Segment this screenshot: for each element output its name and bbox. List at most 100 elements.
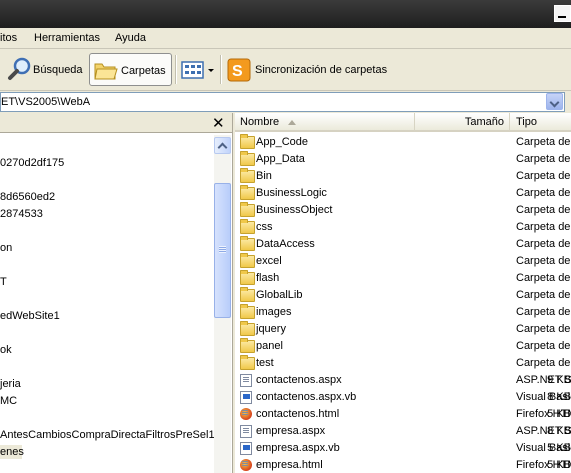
file-row[interactable]: BusinessObject Carpeta de	[235, 202, 571, 219]
toolbar: Búsqueda Carpetas S Sincronización de ca…	[0, 49, 571, 91]
scroll-up-button[interactable]	[214, 137, 231, 154]
firefox-html-icon	[240, 408, 252, 420]
search-label: Búsqueda	[33, 64, 83, 76]
folder-icon	[240, 236, 255, 251]
menu-tools[interactable]: Herramientas	[34, 32, 100, 44]
folder-icon	[240, 338, 255, 353]
tree-item[interactable]: AntesCambiosCompraDirectaFiltrosPreSel10…	[0, 428, 227, 442]
tree-item[interactable]: on	[0, 241, 12, 255]
file-row[interactable]: contactenos.html 5 KB Firefox HTM	[235, 406, 571, 423]
column-type[interactable]: Tipo	[510, 113, 571, 132]
folder-icon	[240, 287, 255, 302]
tree-item[interactable]: MC	[0, 394, 17, 408]
file-type: Carpeta de	[516, 255, 571, 267]
file-type: Visual Basic	[516, 442, 571, 454]
file-row[interactable]: panel Carpeta de	[235, 338, 571, 355]
tree-item[interactable]: 2874533	[0, 207, 43, 221]
file-type: Carpeta de	[516, 272, 571, 284]
file-name: css	[256, 221, 273, 233]
folder-icon	[240, 270, 255, 285]
file-type: ASP.NET Se	[516, 374, 571, 386]
folder-icon	[240, 168, 255, 183]
file-row[interactable]: css Carpeta de	[235, 219, 571, 236]
file-type: Carpeta de	[516, 357, 571, 369]
tree-item-selected[interactable]: enes	[0, 445, 24, 459]
folders-icon	[94, 63, 118, 80]
file-row[interactable]: empresa.aspx8 KBASP.NET Se	[235, 423, 571, 440]
search-icon	[8, 57, 31, 80]
file-list: Nombre Tamaño Tipo App_Code Carpeta de App…	[235, 113, 571, 473]
address-dropdown-button[interactable]	[546, 93, 563, 110]
folder-icon	[240, 219, 255, 234]
file-type: Firefox HTM	[516, 408, 571, 420]
sort-ascending-icon	[288, 120, 296, 125]
file-type: Carpeta de	[516, 221, 571, 233]
views-button[interactable]	[178, 53, 216, 86]
file-row[interactable]: App_Code Carpeta de	[235, 134, 571, 151]
close-icon[interactable]: ✕	[212, 114, 225, 132]
file-row[interactable]: contactenos.aspx9 KBASP.NET Se	[235, 372, 571, 389]
sync-icon: S	[227, 58, 251, 82]
file-row[interactable]: empresa.html 5 KB Firefox HTM	[235, 457, 571, 473]
tree-item[interactable]: ok	[0, 343, 12, 357]
menu-favorites[interactable]: itos	[0, 32, 17, 44]
column-size[interactable]: Tamaño	[415, 113, 510, 132]
column-size-label: Tamaño	[464, 116, 504, 128]
sync-label: Sincronización de carpetas	[255, 64, 388, 76]
file-row[interactable]: jquery Carpeta de	[235, 321, 571, 338]
folders-pane: ✕ 0270d2df175 8d6560ed2 2874533 on T edW…	[0, 113, 233, 473]
file-row[interactable]: BusinessLogic Carpeta de	[235, 185, 571, 202]
file-name: DataAccess	[256, 238, 315, 250]
folder-icon	[240, 304, 255, 319]
firefox-html-icon	[240, 459, 252, 471]
file-row[interactable]: contactenos.aspx.vb 8 KB Visual Basic	[235, 389, 571, 406]
tree-item[interactable]: 0270d2df175	[0, 156, 64, 170]
aspx-file-icon	[240, 425, 252, 438]
title-bar	[0, 0, 571, 28]
file-row[interactable]: images Carpeta de	[235, 304, 571, 321]
file-row[interactable]: App_Data Carpeta de	[235, 151, 571, 168]
file-type: Carpeta de	[516, 238, 571, 250]
file-type: Carpeta de	[516, 306, 571, 318]
tree-item[interactable]: T	[0, 275, 7, 289]
folder-icon	[240, 202, 255, 217]
column-name[interactable]: Nombre	[235, 113, 415, 132]
file-type: ASP.NET Se	[516, 425, 571, 437]
minimize-button[interactable]	[554, 5, 571, 22]
tree-item[interactable]: 8d6560ed2	[0, 190, 55, 204]
folders-scrollbar[interactable]	[214, 135, 231, 473]
tree-item[interactable]: edWebSite1	[0, 309, 60, 323]
folders-pane-header: ✕	[0, 113, 232, 133]
file-row[interactable]: empresa.aspx.vb 5 KB Visual Basic	[235, 440, 571, 457]
file-name: App_Data	[256, 153, 305, 165]
file-type: Visual Basic	[516, 391, 571, 403]
tree-item[interactable]: jeria	[0, 377, 21, 391]
file-type: Carpeta de	[516, 187, 571, 199]
file-row[interactable]: Bin Carpeta de	[235, 168, 571, 185]
file-row[interactable]: test Carpeta de	[235, 355, 571, 372]
file-type: Carpeta de	[516, 136, 571, 148]
file-name: Bin	[256, 170, 272, 182]
folders-button[interactable]: Carpetas	[89, 53, 172, 86]
file-row[interactable]: excel Carpeta de	[235, 253, 571, 270]
scroll-thumb[interactable]	[214, 183, 231, 318]
file-type: Carpeta de	[516, 204, 571, 216]
sync-folders-button[interactable]: S Sincronización de carpetas	[224, 53, 388, 86]
address-text: ET\VS2005\WebA	[1, 96, 91, 108]
file-row[interactable]: GlobalLib Carpeta de	[235, 287, 571, 304]
file-name: images	[256, 306, 292, 318]
file-name: App_Code	[256, 136, 308, 148]
file-type: Carpeta de	[516, 323, 571, 335]
file-type: Carpeta de	[516, 153, 571, 165]
address-input[interactable]: ET\VS2005\WebA	[0, 92, 565, 112]
file-type: Firefox HTM	[516, 459, 571, 471]
file-name: GlobalLib	[256, 289, 303, 301]
search-button[interactable]: Búsqueda	[4, 53, 86, 86]
file-row[interactable]: flash Carpeta de	[235, 270, 571, 287]
folders-label: Carpetas	[121, 65, 166, 77]
vb-file-icon	[240, 391, 252, 404]
folder-icon	[240, 151, 255, 166]
file-row[interactable]: DataAccess Carpeta de	[235, 236, 571, 253]
menu-help[interactable]: Ayuda	[115, 32, 146, 44]
file-name: flash	[256, 272, 280, 284]
